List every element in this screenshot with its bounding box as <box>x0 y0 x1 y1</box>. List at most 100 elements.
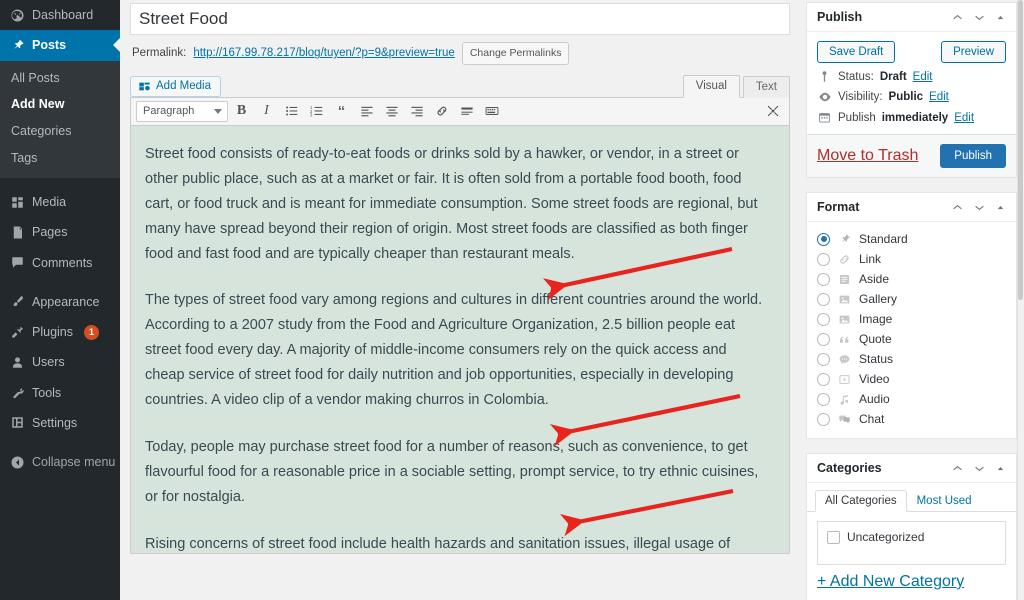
sidebar-item-appearance[interactable]: Appearance <box>0 287 120 317</box>
radio-quote[interactable] <box>817 333 830 346</box>
page-scrollbar-track[interactable] <box>1017 0 1024 600</box>
sidebar-item-label: Media <box>32 194 66 210</box>
format-option-image[interactable]: Image <box>817 309 1006 329</box>
collapse-icon <box>9 454 25 470</box>
sidebar-item-tools[interactable]: Tools <box>0 378 120 408</box>
content-paragraph: Today, people may purchase street food f… <box>145 435 765 510</box>
post-content-editable[interactable]: Street food consists of ready-to-eat foo… <box>130 126 790 554</box>
format-option-quote[interactable]: Quote <box>817 329 1006 349</box>
link-icon[interactable] <box>430 100 453 122</box>
toggle-panel-icon[interactable] <box>995 202 1006 213</box>
fullscreen-icon[interactable] <box>761 100 784 122</box>
post-title-input[interactable] <box>130 3 790 35</box>
gallery-icon <box>837 293 852 306</box>
sidebar-subitem-add-new[interactable]: Add New <box>0 91 120 118</box>
publish-panel-body: Save Draft Preview Status: Draft Edit Vi… <box>807 32 1016 134</box>
radio-video[interactable] <box>817 373 830 386</box>
numbered-list-icon[interactable]: 123 <box>305 100 328 122</box>
tab-most-used[interactable]: Most Used <box>907 490 982 512</box>
radio-link[interactable] <box>817 253 830 266</box>
toggle-panel-icon[interactable] <box>995 463 1006 474</box>
toggle-panel-icon[interactable] <box>995 12 1006 23</box>
move-down-icon[interactable] <box>973 201 986 214</box>
bold-icon[interactable]: B <box>230 100 253 122</box>
radio-gallery[interactable] <box>817 293 830 306</box>
move-down-icon[interactable] <box>973 462 986 475</box>
permalink-url-link[interactable]: http://167.99.78.217/blog/tuyen/?p=9&pre… <box>193 47 455 59</box>
sidebar-item-settings[interactable]: Settings <box>0 408 120 438</box>
blockquote-icon[interactable]: “ <box>330 100 353 122</box>
move-up-icon[interactable] <box>951 462 964 475</box>
add-media-button[interactable]: Add Media <box>130 76 221 97</box>
format-option-chat[interactable]: Chat <box>817 409 1006 429</box>
visibility-value: Public <box>889 91 924 103</box>
status-edit-link[interactable]: Edit <box>913 71 933 83</box>
wordpress-post-editor: Dashboard Posts All Posts Add New Catego… <box>0 0 1024 600</box>
format-option-label: Video <box>859 372 889 386</box>
pin-icon <box>837 233 852 246</box>
move-down-icon[interactable] <box>973 11 986 24</box>
sidebar-item-label: Tools <box>32 385 61 401</box>
publish-label: Publish <box>838 112 876 124</box>
categories-panel-controls <box>951 462 1006 475</box>
move-up-icon[interactable] <box>951 201 964 214</box>
format-option-aside[interactable]: Aside <box>817 269 1006 289</box>
radio-audio[interactable] <box>817 393 830 406</box>
sidebar-item-collapse-menu[interactable]: Collapse menu <box>0 447 120 477</box>
preview-button[interactable]: Preview <box>941 41 1006 63</box>
chat-icon <box>837 413 852 426</box>
format-option-audio[interactable]: Audio <box>817 389 1006 409</box>
sidebar-item-comments[interactable]: Comments <box>0 248 120 278</box>
paragraph-format-select[interactable]: Paragraph <box>136 101 228 122</box>
format-option-gallery[interactable]: Gallery <box>817 289 1006 309</box>
radio-image[interactable] <box>817 313 830 326</box>
sidebar-subitem-all-posts[interactable]: All Posts <box>0 65 120 92</box>
read-more-icon[interactable] <box>455 100 478 122</box>
user-icon <box>9 354 25 370</box>
align-right-icon[interactable] <box>405 100 428 122</box>
align-center-icon[interactable] <box>380 100 403 122</box>
category-item-uncategorized[interactable]: Uncategorized <box>827 530 996 544</box>
sidebar-item-media[interactable]: Media <box>0 187 120 217</box>
publish-time-edit-link[interactable]: Edit <box>954 112 974 124</box>
page-scrollbar-thumb[interactable] <box>1018 0 1023 300</box>
sidebar-item-plugins[interactable]: Plugins 1 <box>0 317 120 347</box>
publish-panel-title: Publish <box>817 10 862 24</box>
save-draft-button[interactable]: Save Draft <box>817 41 895 63</box>
visibility-edit-link[interactable]: Edit <box>929 91 949 103</box>
sidebar-item-posts[interactable]: Posts <box>0 30 120 60</box>
radio-standard[interactable] <box>817 233 830 246</box>
change-permalinks-button[interactable]: Change Permalinks <box>462 42 570 65</box>
category-checkbox[interactable] <box>827 531 840 544</box>
tab-text[interactable]: Text <box>743 76 790 98</box>
format-option-label: Aside <box>859 272 889 286</box>
add-media-icon <box>138 80 151 93</box>
sidebar-item-pages[interactable]: Pages <box>0 217 120 247</box>
sidebar-subitem-categories[interactable]: Categories <box>0 118 120 145</box>
sidebar-subitem-tags[interactable]: Tags <box>0 145 120 172</box>
radio-aside[interactable] <box>817 273 830 286</box>
format-option-link[interactable]: Link <box>817 249 1006 269</box>
plug-icon <box>9 324 25 340</box>
radio-status[interactable] <box>817 353 830 366</box>
italic-icon[interactable]: I <box>255 100 278 122</box>
move-to-trash-link[interactable]: Move to Trash <box>817 147 918 165</box>
sidebar-item-users[interactable]: Users <box>0 347 120 377</box>
tab-all-categories[interactable]: All Categories <box>815 490 907 512</box>
menu-separator-2 <box>0 278 120 287</box>
radio-chat[interactable] <box>817 413 830 426</box>
toolbar-toggle-icon[interactable] <box>480 100 503 122</box>
move-up-icon[interactable] <box>951 11 964 24</box>
format-option-standard[interactable]: Standard <box>817 229 1006 249</box>
align-left-icon[interactable] <box>355 100 378 122</box>
posts-submenu: All Posts Add New Categories Tags <box>0 61 120 179</box>
format-option-video[interactable]: Video <box>817 369 1006 389</box>
add-new-category-link[interactable]: + Add New Category <box>817 573 964 590</box>
publish-panel-header: Publish <box>807 3 1016 32</box>
format-option-status[interactable]: Status <box>817 349 1006 369</box>
sidebar-item-dashboard[interactable]: Dashboard <box>0 0 120 30</box>
bulleted-list-icon[interactable] <box>280 100 303 122</box>
tab-visual[interactable]: Visual <box>683 75 740 98</box>
publish-button[interactable]: Publish <box>940 144 1006 168</box>
calendar-icon <box>817 111 832 124</box>
